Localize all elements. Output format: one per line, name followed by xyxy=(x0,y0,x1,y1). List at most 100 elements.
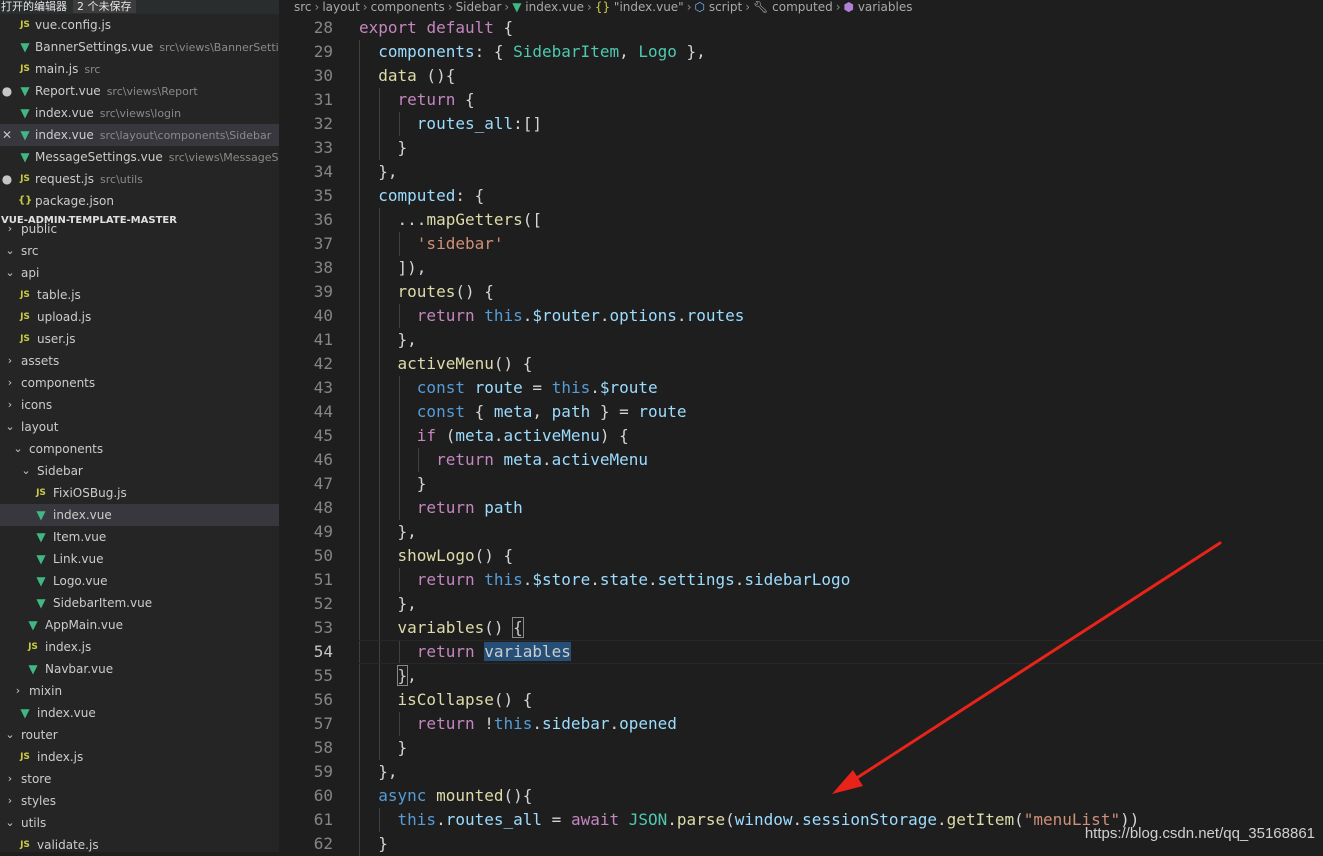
vue-file-icon: ▼ xyxy=(36,552,46,566)
close-icon[interactable]: ✕ xyxy=(0,124,14,146)
vue-file-icon: ▼ xyxy=(36,596,46,610)
open-editor-item[interactable]: JS main.js src xyxy=(0,58,279,80)
open-editor-filename: index.vue src\views\login xyxy=(35,102,181,124)
tree-label: src xyxy=(21,244,39,258)
file-name: request.js xyxy=(35,172,95,186)
tree-label: index.js xyxy=(45,640,92,654)
tree-folder[interactable]: › components xyxy=(0,372,279,394)
js-file-icon: JS xyxy=(20,20,30,30)
tree-folder[interactable]: ⌄ layout xyxy=(0,416,279,438)
tree-label: layout xyxy=(21,420,59,434)
tree-folder[interactable]: › mixin xyxy=(0,680,279,702)
chevron-down-icon: ⌄ xyxy=(5,728,15,741)
tree-file[interactable]: JS index.js xyxy=(0,746,279,768)
file-tree: › public ⌄ src ⌄ api JS table.js JS upload.js JS us… xyxy=(0,218,279,852)
tree-file[interactable]: ▼ index.vue xyxy=(0,702,279,724)
vue-file-icon: ▼ xyxy=(28,662,38,676)
tree-file[interactable]: JS table.js xyxy=(0,284,279,306)
tree-label: table.js xyxy=(37,288,81,302)
tree-folder[interactable]: ⌄ components xyxy=(0,438,279,460)
chevron-right-icon: › xyxy=(7,222,13,235)
tree-file[interactable]: ▼ index.vue xyxy=(0,504,279,526)
open-editor-item[interactable]: ▼ BannerSettings.vue src\views\BannerSetti… xyxy=(0,36,279,58)
watermark-text: https://blog.csdn.net/qq_35168861 xyxy=(1084,825,1315,842)
file-name: main.js xyxy=(35,62,79,76)
tree-file[interactable]: JS upload.js xyxy=(0,306,279,328)
js-file-icon: JS xyxy=(20,840,30,850)
unsaved-dot-icon[interactable]: ● xyxy=(0,168,14,190)
open-editor-filename: Report.vue src\views\Report xyxy=(35,80,198,102)
js-file-icon: JS xyxy=(36,488,46,498)
tree-file[interactable]: ▼ Item.vue xyxy=(0,526,279,548)
tree-file[interactable]: ▼ Link.vue xyxy=(0,548,279,570)
tree-label: AppMain.vue xyxy=(45,618,123,632)
tree-folder[interactable]: ⌄ api xyxy=(0,262,279,284)
tree-label: components xyxy=(29,442,104,456)
open-editor-item[interactable]: ▼ MessageSettings.vue src\views\MessageS..… xyxy=(0,146,279,168)
js-file-icon: JS xyxy=(20,334,30,344)
tree-label: index.vue xyxy=(37,706,96,720)
chevron-down-icon: ⌄ xyxy=(5,266,15,279)
tree-file[interactable]: JS index.js xyxy=(0,636,279,658)
open-editor-filename: package.json xyxy=(35,190,120,212)
open-editors-header[interactable]: 打开的编辑器 2 个未保存 xyxy=(0,0,279,14)
open-editor-item[interactable]: JS vue.config.js xyxy=(0,14,279,36)
file-name: vue.config.js xyxy=(35,18,112,32)
file-name: Report.vue xyxy=(35,84,101,98)
tree-label: validate.js xyxy=(37,838,99,852)
chevron-right-icon: › xyxy=(7,794,13,807)
vue-file-icon: ▼ xyxy=(28,618,38,632)
tree-folder[interactable]: › store xyxy=(0,768,279,790)
file-name: index.vue xyxy=(35,128,94,142)
tree-file[interactable]: ▼ SidebarItem.vue xyxy=(0,592,279,614)
chevron-right-icon: › xyxy=(7,772,13,785)
tree-file[interactable]: ▼ Navbar.vue xyxy=(0,658,279,680)
tree-file[interactable]: JS FixiOSBug.js xyxy=(0,482,279,504)
sidebar: 打开的编辑器 2 个未保存 JS vue.config.js ▼ BannerSetti… xyxy=(0,0,279,852)
tree-folder[interactable]: ⌄ router xyxy=(0,724,279,746)
tree-file[interactable]: JS validate.js xyxy=(0,834,279,852)
json-file-icon: {} xyxy=(18,195,33,206)
tree-label: index.vue xyxy=(53,508,112,522)
tree-folder[interactable]: ⌄ src xyxy=(0,240,279,262)
file-name: MessageSettings.vue xyxy=(35,150,163,164)
tree-folder[interactable]: › icons xyxy=(0,394,279,416)
annotation-arrow xyxy=(832,541,1222,794)
vue-file-icon: ▼ xyxy=(20,40,30,54)
file-path: src\layout\components\Sidebar xyxy=(99,129,272,142)
open-editor-item[interactable]: ● ▼ Report.vue src\views\Report xyxy=(0,80,279,102)
chevron-down-icon: ⌄ xyxy=(5,420,15,433)
open-editor-filename: MessageSettings.vue src\views\MessageS... xyxy=(35,146,279,168)
tree-folder[interactable]: › public xyxy=(0,218,279,240)
vue-file-icon: ▼ xyxy=(20,150,30,164)
chevron-down-icon: ⌄ xyxy=(5,816,15,829)
js-file-icon: JS xyxy=(20,752,30,762)
chevron-right-icon: › xyxy=(7,354,13,367)
open-editor-item[interactable]: ● JS request.js src\utils xyxy=(0,168,279,190)
open-editor-item[interactable]: ▼ index.vue src\views\login xyxy=(0,102,279,124)
open-editors-title: 打开的编辑器 xyxy=(1,0,67,13)
tree-label: FixiOSBug.js xyxy=(53,486,127,500)
tree-file[interactable]: ▼ Logo.vue xyxy=(0,570,279,592)
tree-label: Link.vue xyxy=(53,552,104,566)
tree-folder[interactable]: › styles xyxy=(0,790,279,812)
tree-label: public xyxy=(21,222,58,236)
tree-label: Navbar.vue xyxy=(45,662,114,676)
open-editor-item[interactable]: {} package.json xyxy=(0,190,279,212)
open-editor-filename: request.js src\utils xyxy=(35,168,143,190)
tree-folder[interactable]: ⌄ utils xyxy=(0,812,279,834)
tree-label: components xyxy=(21,376,96,390)
js-file-icon: JS xyxy=(20,312,30,322)
tree-label: utils xyxy=(21,816,47,830)
tree-label: store xyxy=(21,772,52,786)
tree-folder[interactable]: › assets xyxy=(0,350,279,372)
unsaved-dot-icon[interactable]: ● xyxy=(0,80,14,102)
open-editors-list: JS vue.config.js ▼ BannerSettings.vue src\vi… xyxy=(0,14,279,212)
open-editor-item[interactable]: ✕ ▼ index.vue src\layout\components\Sidebar xyxy=(0,124,279,146)
tree-label: Item.vue xyxy=(53,530,107,544)
file-path: src xyxy=(84,63,101,76)
tree-file[interactable]: ▼ AppMain.vue xyxy=(0,614,279,636)
tree-file[interactable]: JS user.js xyxy=(0,328,279,350)
tree-folder[interactable]: ⌄ Sidebar xyxy=(0,460,279,482)
vue-file-icon: ▼ xyxy=(20,84,30,98)
